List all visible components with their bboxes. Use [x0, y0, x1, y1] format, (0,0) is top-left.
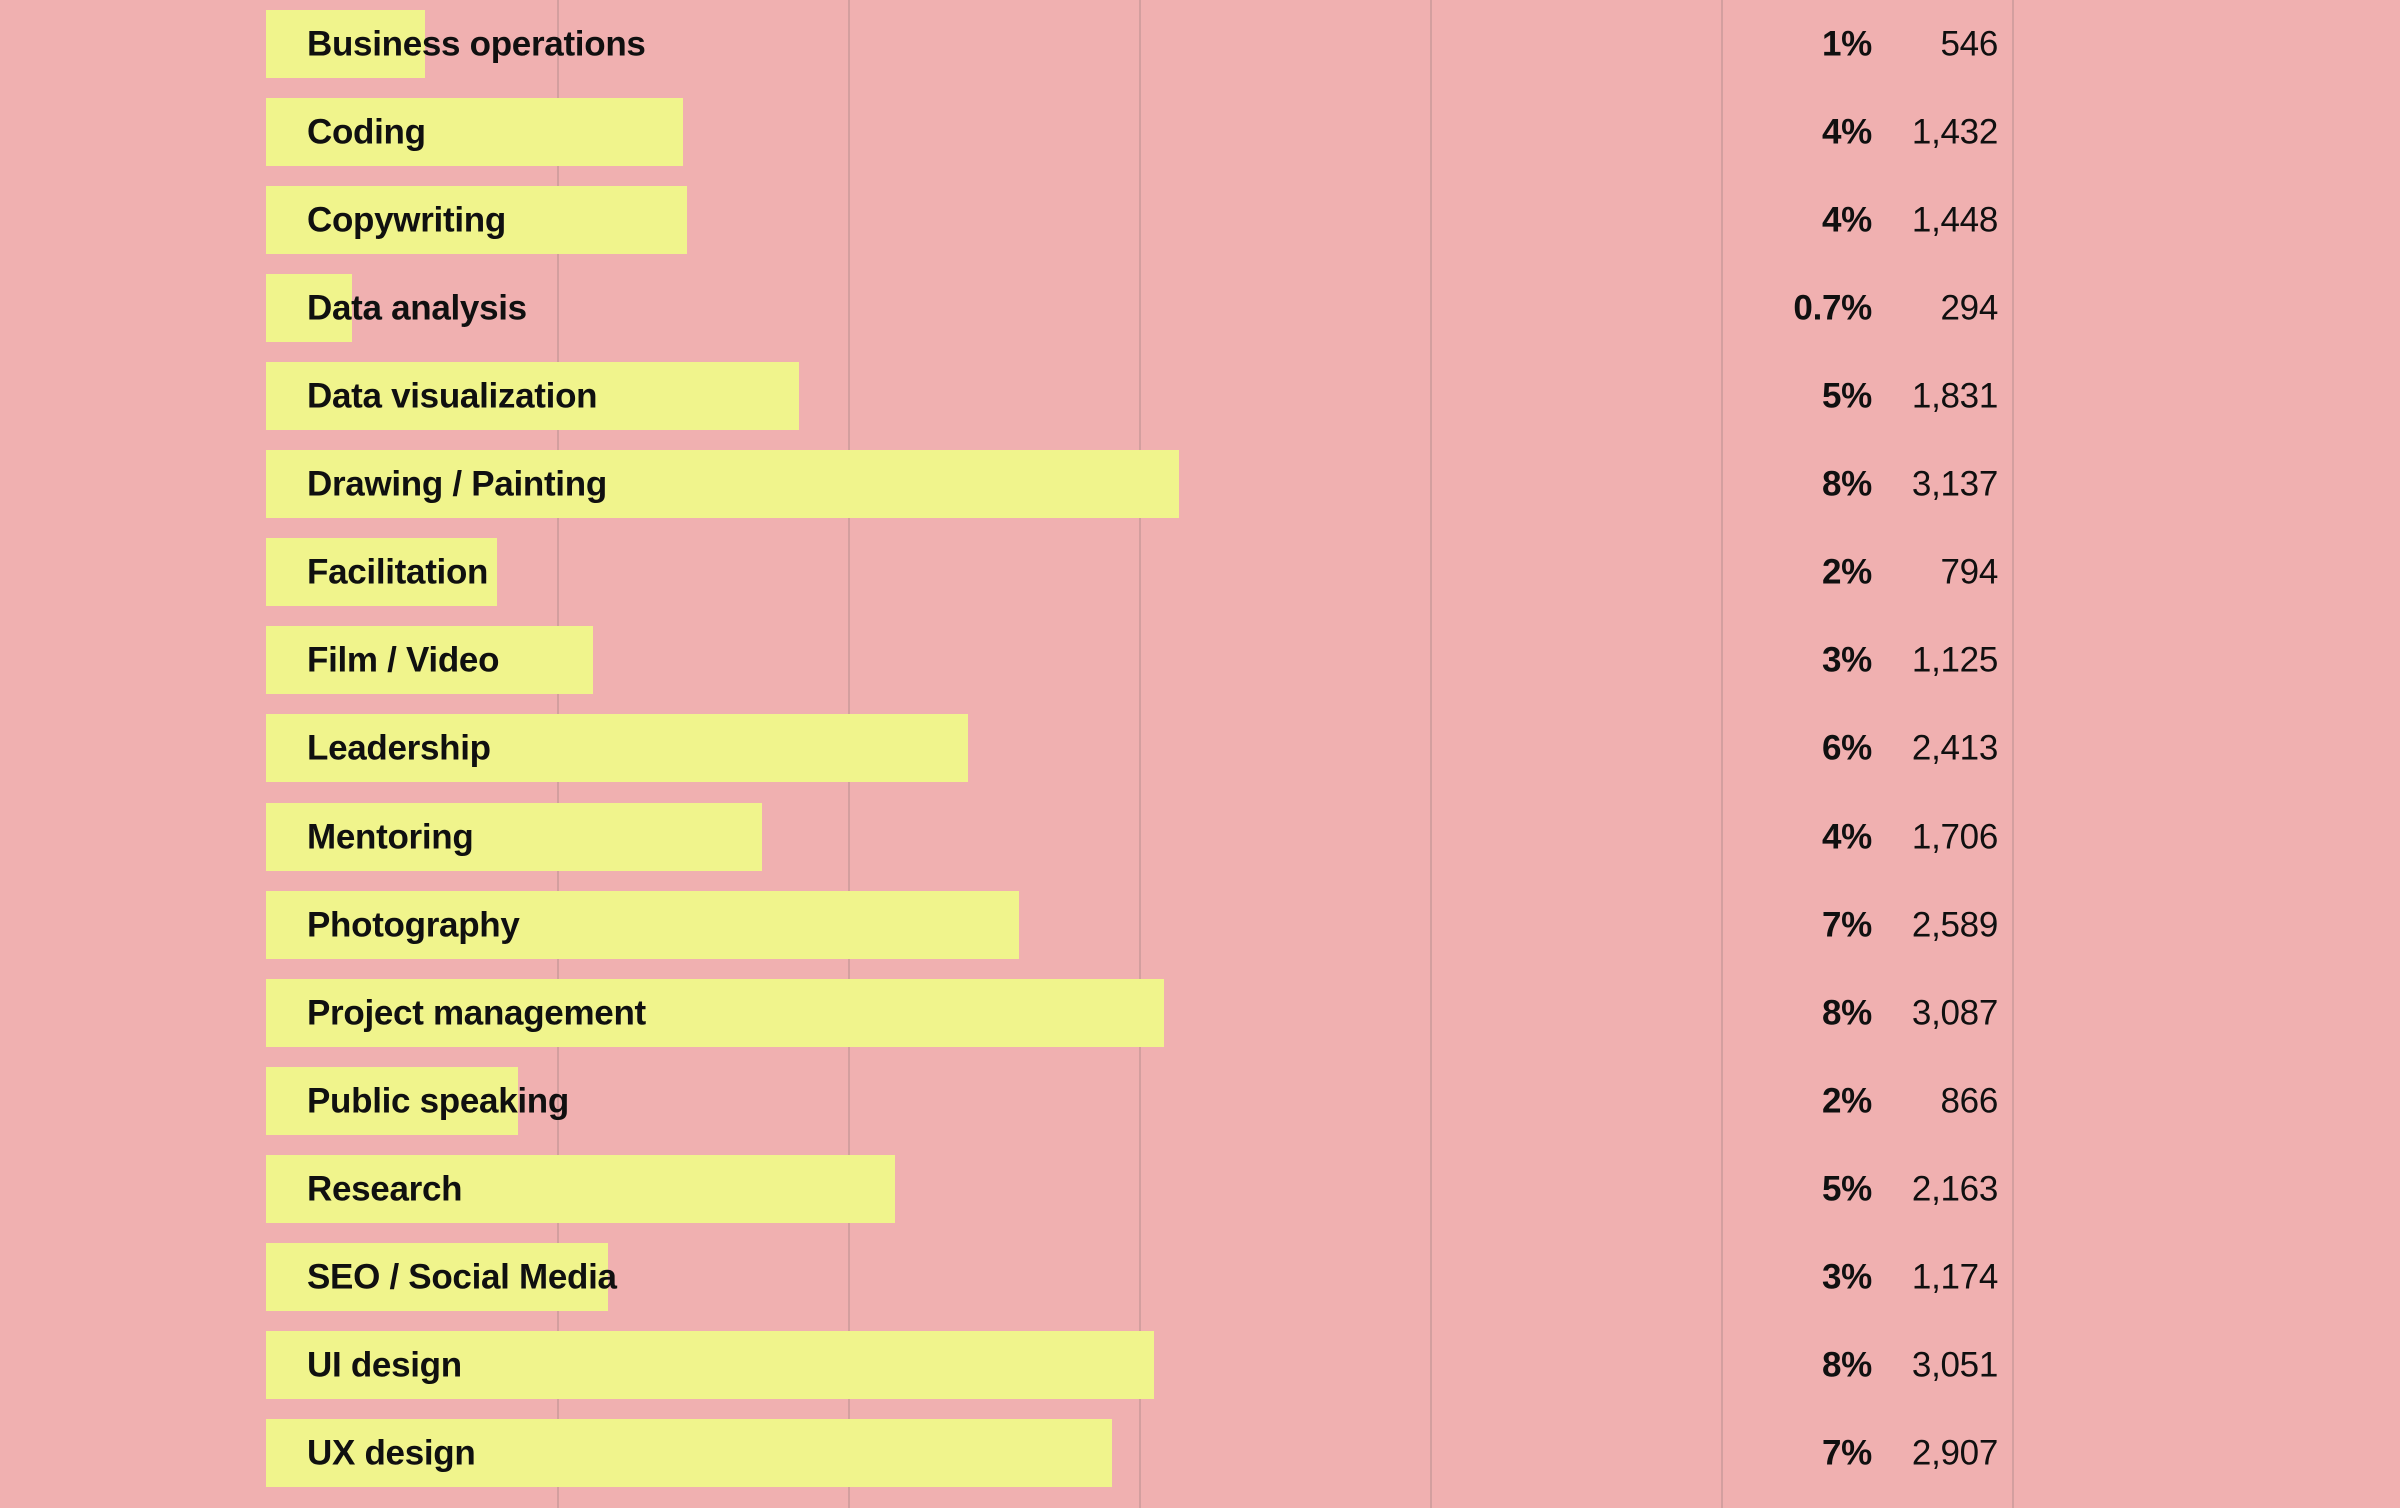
bar-count-value: 546 — [1940, 24, 1999, 64]
bar-percent-value: 8% — [1822, 993, 1872, 1033]
bar-category-label: UI design — [307, 1345, 462, 1385]
bar-count-value: 1,706 — [1911, 817, 1998, 857]
bar-percent-value: 6% — [1822, 728, 1872, 768]
bar-percent-value: 2% — [1822, 552, 1872, 592]
bar-category-label: Project management — [307, 993, 646, 1033]
chart-row[interactable]: Leadership 6% 2,413 — [0, 714, 2400, 783]
chart-row[interactable]: Data analysis 0.7% 294 — [0, 274, 2400, 343]
bar-count-value: 2,413 — [1911, 728, 1998, 768]
bar-category-label: Drawing / Painting — [307, 464, 607, 504]
bar-count-value: 3,137 — [1911, 464, 1998, 504]
chart-row[interactable]: Mentoring 4% 1,706 — [0, 802, 2400, 871]
bar-category-label: Data visualization — [307, 376, 598, 416]
chart-row[interactable]: Facilitation 2% 794 — [0, 538, 2400, 607]
bar-count-value: 794 — [1940, 552, 1999, 592]
bar-percent-value: 5% — [1822, 376, 1872, 416]
bar-percent-value: 4% — [1822, 200, 1872, 240]
chart-row[interactable]: Copywriting 4% 1,448 — [0, 186, 2400, 255]
bar-percent-value: 7% — [1822, 905, 1872, 945]
bar-count-value: 866 — [1940, 1081, 1999, 1121]
bar-percent-value: 0.7% — [1793, 288, 1872, 328]
bar-category-label: Public speaking — [307, 1081, 569, 1121]
bar-percent-value: 4% — [1822, 817, 1872, 857]
bar-count-value: 3,051 — [1911, 1345, 1998, 1385]
bar-count-value: 1,125 — [1911, 640, 1998, 680]
bar-category-label: Facilitation — [307, 552, 489, 592]
bar-percent-value: 1% — [1822, 24, 1872, 64]
chart-row[interactable]: Business operations 1% 546 — [0, 10, 2400, 78]
bar-count-value: 1,174 — [1911, 1257, 1998, 1297]
bar-percent-value: 2% — [1822, 1081, 1872, 1121]
bar-category-label: Film / Video — [307, 640, 500, 680]
bar-category-label: Coding — [307, 112, 426, 152]
bar-percent-value: 5% — [1822, 1169, 1872, 1209]
chart-row[interactable]: Data visualization 5% 1,831 — [0, 362, 2400, 431]
bar-percent-value: 3% — [1822, 1257, 1872, 1297]
bar-count-value: 3,087 — [1911, 993, 1998, 1033]
bar-count-value: 294 — [1940, 288, 1999, 328]
bar-count-value: 1,448 — [1911, 200, 1998, 240]
chart-row[interactable]: Project management 8% 3,087 — [0, 978, 2400, 1047]
bar-count-value: 1,831 — [1911, 376, 1998, 416]
chart-row[interactable]: Drawing / Painting 8% 3,137 — [0, 450, 2400, 519]
bar-category-label: Photography — [307, 905, 520, 945]
bar-category-label: Copywriting — [307, 200, 506, 240]
bar-percent-value: 7% — [1822, 1433, 1872, 1473]
bar-percent-value: 4% — [1822, 112, 1872, 152]
chart-row[interactable]: Film / Video 3% 1,125 — [0, 626, 2400, 695]
chart-row[interactable]: Public speaking 2% 866 — [0, 1066, 2400, 1135]
bar-count-value: 2,589 — [1911, 905, 1998, 945]
bar-chart: Business operations 1% 546 Coding 4% 1,432 Cop… — [0, 0, 2400, 1508]
bar-category-label: Mentoring — [307, 817, 474, 857]
bar-count-value: 2,163 — [1911, 1169, 1998, 1209]
bar-category-label: Business operations — [307, 24, 646, 64]
chart-row[interactable]: Coding 4% 1,432 — [0, 98, 2400, 167]
bar-percent-value: 3% — [1822, 640, 1872, 680]
chart-row[interactable]: UI design 8% 3,051 — [0, 1330, 2400, 1399]
chart-rows: Business operations 1% 546 Coding 4% 1,432 Cop… — [0, 0, 2400, 1508]
bar-category-label: UX design — [307, 1433, 476, 1473]
bar-category-label: Data analysis — [307, 288, 527, 328]
bar-count-value: 2,907 — [1911, 1433, 1998, 1473]
chart-row[interactable]: UX design 7% 2,907 — [0, 1418, 2400, 1487]
bar-count-value: 1,432 — [1911, 112, 1998, 152]
bar-percent-value: 8% — [1822, 1345, 1872, 1385]
chart-row[interactable]: SEO / Social Media 3% 1,174 — [0, 1242, 2400, 1311]
bar-category-label: Leadership — [307, 728, 491, 768]
bar-category-label: Research — [307, 1169, 463, 1209]
bar-category-label: SEO / Social Media — [307, 1257, 617, 1297]
bar-percent-value: 8% — [1822, 464, 1872, 504]
chart-row[interactable]: Photography 7% 2,589 — [0, 890, 2400, 959]
chart-row[interactable]: Research 5% 2,163 — [0, 1154, 2400, 1223]
